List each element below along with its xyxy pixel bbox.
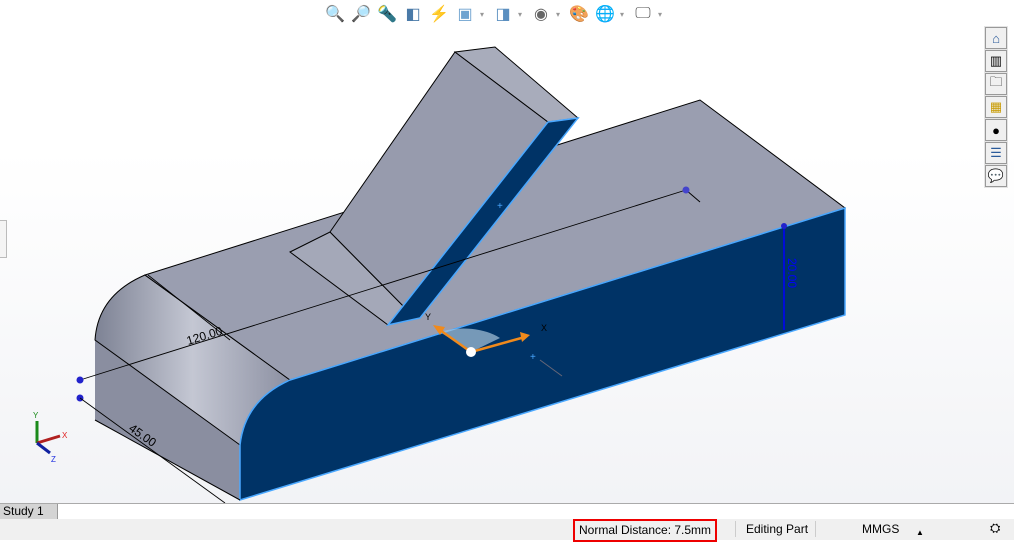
previous-view-icon[interactable]: 🔦: [376, 3, 398, 25]
resources-icon[interactable]: ▥: [985, 50, 1007, 72]
apply-scene-icon[interactable]: 🌐: [594, 3, 616, 25]
dimension-height[interactable]: 20.00: [785, 258, 799, 288]
forum-icon[interactable]: 💬: [985, 165, 1007, 187]
chevron-down-icon[interactable]: ▾: [556, 10, 564, 19]
panel-expand-handle[interactable]: [0, 220, 7, 258]
part-model[interactable]: + 120.00 45.00 20.00 Y X + Y X Z: [0, 0, 1014, 503]
svg-text:Z: Z: [51, 455, 56, 464]
appearances-icon[interactable]: ●: [985, 119, 1007, 141]
zoom-to-area-icon[interactable]: 🔎: [350, 3, 372, 25]
view-settings-icon[interactable]: 🖵: [632, 3, 654, 25]
editing-mode: Editing Part: [746, 522, 809, 536]
svg-text:+: +: [530, 352, 536, 363]
status-bar: Normal Distance: 7.5mm Editing Part MMGS…: [0, 519, 1014, 542]
view-palette-icon[interactable]: ▦: [985, 96, 1007, 118]
tab-study-1[interactable]: Study 1: [0, 504, 58, 519]
edit-appearance-icon[interactable]: 🎨: [568, 3, 590, 25]
svg-text:+: +: [497, 201, 503, 212]
chevron-down-icon[interactable]: ▾: [518, 10, 526, 19]
units-selector[interactable]: MMGS: [862, 522, 899, 537]
svg-text:X: X: [62, 431, 68, 440]
dynamic-annotation-icon[interactable]: ⚡: [428, 3, 450, 25]
units-arrow-icon[interactable]: ▲: [916, 525, 924, 540]
triad-x-label: X: [541, 323, 547, 333]
bottom-tabs: Study 1: [0, 503, 1014, 520]
chevron-down-icon[interactable]: ▾: [480, 10, 488, 19]
custom-properties-icon[interactable]: ☰: [985, 142, 1007, 164]
chevron-down-icon[interactable]: ▾: [620, 10, 628, 19]
heads-up-view-toolbar: 🔍 🔎 🔦 ◧ ⚡ ▣ ▾ ◨ ▾ ◉ ▾ 🎨 🌐 ▾ 🖵 ▾: [324, 2, 666, 26]
normal-distance-readout: Normal Distance: 7.5mm: [573, 519, 718, 542]
file-explorer-icon[interactable]: 🗀: [985, 73, 1007, 95]
view-orientation-icon[interactable]: ▣: [454, 3, 476, 25]
hide-show-icon[interactable]: ◉: [530, 3, 552, 25]
customize-icon[interactable]: ⛭: [990, 520, 1000, 535]
display-style-icon[interactable]: ◨: [492, 3, 514, 25]
zoom-to-fit-icon[interactable]: 🔍: [324, 3, 346, 25]
task-pane-tabs: ⌂ ▥ 🗀 ▦ ● ☰ 💬: [984, 26, 1008, 188]
triad-y-label: Y: [425, 312, 431, 322]
home-icon[interactable]: ⌂: [985, 27, 1007, 49]
chevron-down-icon[interactable]: ▾: [658, 10, 666, 19]
graphics-area[interactable]: + 120.00 45.00 20.00 Y X + Y X Z 🔍 🔎 🔦 ◧…: [0, 0, 1014, 503]
section-view-icon[interactable]: ◧: [402, 3, 424, 25]
reference-triad[interactable]: Y X Z: [33, 411, 68, 464]
svg-text:Y: Y: [33, 411, 39, 420]
